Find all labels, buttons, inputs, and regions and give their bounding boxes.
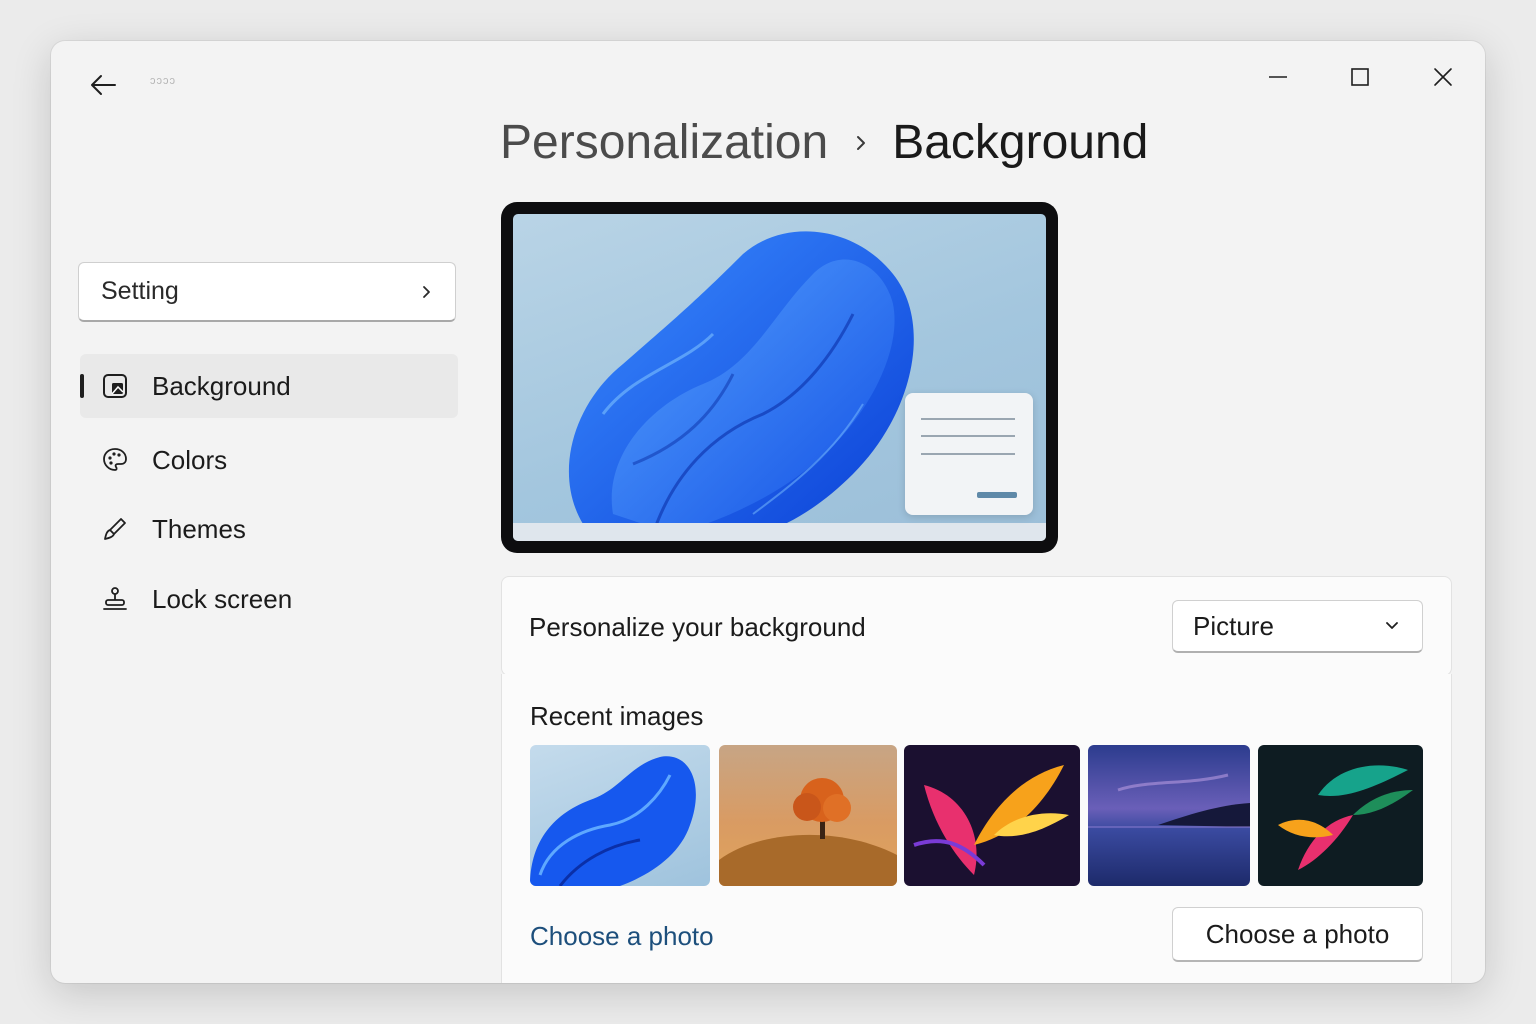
sidebar-item-lock-screen[interactable]: Lock screen	[80, 567, 458, 631]
preview-window	[905, 393, 1033, 515]
sidebar-item-colors[interactable]: Colors	[80, 428, 458, 492]
breadcrumb-parent[interactable]: Personalization	[500, 115, 828, 170]
recent-image-4[interactable]	[1088, 745, 1250, 886]
chevron-down-icon	[1386, 622, 1398, 629]
search-input[interactable]: Setting	[78, 262, 456, 322]
brush-icon	[100, 514, 130, 544]
lock-screen-icon	[100, 584, 130, 614]
recent-image-2[interactable]	[719, 745, 897, 886]
minimize-button[interactable]	[1248, 57, 1308, 97]
chevron-right-icon	[423, 285, 430, 298]
dropdown-value: Picture	[1193, 610, 1274, 641]
sidebar-item-label: Lock screen	[152, 583, 293, 614]
app-title: ɔɔɔɔ	[150, 75, 176, 87]
settings-window: ɔɔɔɔ Personalization Background Setting	[51, 41, 1485, 983]
page-title: Background	[892, 116, 1149, 169]
recent-images-title: Recent images	[530, 701, 704, 731]
maximize-button[interactable]	[1330, 57, 1390, 97]
preview-wallpaper	[513, 214, 1046, 541]
sidebar-item-label: Themes	[152, 513, 246, 544]
choose-photo-link[interactable]: Choose a photo	[530, 921, 714, 952]
recent-image-3[interactable]	[904, 745, 1080, 886]
close-button[interactable]	[1413, 57, 1473, 97]
selection-indicator	[80, 374, 84, 398]
breadcrumb: Personalization Background	[500, 115, 1148, 170]
search-input-label: Setting	[101, 277, 179, 305]
sidebar-item-label: Background	[152, 370, 291, 401]
choose-photo-button[interactable]: Choose a photo	[1172, 907, 1423, 962]
maximize-icon	[1351, 68, 1369, 86]
recent-image-5[interactable]	[1258, 745, 1423, 886]
arrow-left-icon	[91, 75, 116, 95]
sidebar-item-label: Colors	[152, 444, 228, 475]
close-icon	[1434, 68, 1452, 86]
sidebar-item-themes[interactable]: Themes	[80, 497, 458, 561]
sidebar-item-background[interactable]: Background	[80, 354, 458, 418]
palette-icon	[100, 445, 130, 475]
background-type-dropdown[interactable]: Picture	[1172, 600, 1423, 653]
chevron-right-icon	[854, 132, 868, 154]
back-button[interactable]	[81, 65, 125, 105]
preview-taskbar	[513, 523, 1046, 541]
minimize-icon	[1269, 76, 1287, 78]
picture-icon	[100, 371, 130, 401]
personalize-background-label: Personalize your background	[529, 612, 866, 642]
desktop-preview	[501, 202, 1058, 553]
recent-image-1[interactable]	[530, 745, 710, 886]
